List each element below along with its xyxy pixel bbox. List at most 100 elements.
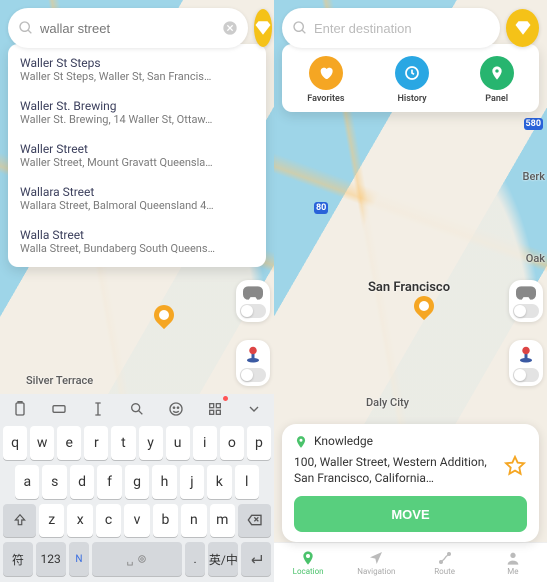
- key-q[interactable]: q: [3, 426, 27, 460]
- search-icon: [18, 20, 34, 36]
- panel-button[interactable]: Panel: [480, 56, 514, 104]
- panel-label: Panel: [480, 94, 514, 104]
- map-label-oak: Oak: [526, 252, 545, 265]
- search-bar[interactable]: [282, 8, 500, 48]
- suggestion-item[interactable]: Waller Street Waller Street, Mount Grava…: [8, 134, 266, 177]
- key-s[interactable]: s: [42, 465, 66, 499]
- suggestion-item[interactable]: Waller St. Brewing Waller St. Brewing, 1…: [8, 91, 266, 134]
- map-label-berk: Berk: [523, 170, 545, 183]
- user-icon: [505, 550, 521, 566]
- key-dot[interactable]: .: [185, 542, 206, 576]
- suggestion-title: Wallara Street: [20, 185, 254, 199]
- key-v[interactable]: v: [124, 504, 149, 538]
- move-button[interactable]: MOVE: [294, 496, 527, 532]
- key-d[interactable]: d: [70, 465, 94, 499]
- key-o[interactable]: o: [220, 426, 244, 460]
- diamond-button[interactable]: [506, 9, 539, 47]
- gamepad-icon: [516, 286, 536, 300]
- suggestion-sub: Waller St Steps, Waller St, San Francis…: [20, 70, 254, 83]
- suggestion-item[interactable]: Waller St Steps Waller St Steps, Waller …: [8, 48, 266, 91]
- key-g[interactable]: g: [125, 465, 149, 499]
- key-y[interactable]: y: [139, 426, 163, 460]
- favorites-button[interactable]: Favorites: [307, 56, 344, 104]
- key-w[interactable]: w: [30, 426, 54, 460]
- controller-toggle[interactable]: [509, 280, 543, 322]
- joystick-icon: [244, 346, 262, 364]
- toggle-switch[interactable]: [240, 368, 266, 382]
- grid-icon[interactable]: [203, 397, 227, 421]
- joystick-toggle[interactable]: [236, 340, 270, 386]
- nav-me[interactable]: Me: [479, 543, 547, 582]
- highway-sign-80: 80: [314, 202, 328, 214]
- search-input[interactable]: [40, 21, 216, 36]
- search-bar[interactable]: [8, 8, 248, 48]
- nav-location[interactable]: Location: [274, 543, 342, 582]
- cursor-icon[interactable]: [86, 397, 110, 421]
- nav-me-label: Me: [507, 567, 518, 576]
- key-shift[interactable]: [3, 504, 36, 538]
- key-j[interactable]: j: [180, 465, 204, 499]
- location-icon: [300, 550, 316, 566]
- favorite-star-button[interactable]: [503, 454, 527, 478]
- suggestion-title: Waller Street: [20, 142, 254, 156]
- toggle-switch[interactable]: [240, 304, 266, 318]
- key-backspace[interactable]: [238, 504, 271, 538]
- joystick-icon: [517, 346, 535, 364]
- keyboard-toolbar: [0, 394, 274, 424]
- key-i[interactable]: i: [193, 426, 217, 460]
- clipboard-icon[interactable]: [8, 397, 32, 421]
- nav-route[interactable]: Route: [411, 543, 479, 582]
- key-u[interactable]: u: [166, 426, 190, 460]
- toggle-switch[interactable]: [513, 304, 539, 318]
- key-k[interactable]: k: [207, 465, 231, 499]
- key-f[interactable]: f: [97, 465, 121, 499]
- key-n[interactable]: n: [181, 504, 206, 538]
- joystick-toggle[interactable]: [509, 340, 543, 386]
- key-fu[interactable]: 符: [3, 542, 33, 576]
- suggestion-title: Waller St Steps: [20, 56, 254, 70]
- key-lang[interactable]: 英/中: [208, 542, 238, 576]
- key-p[interactable]: p: [247, 426, 271, 460]
- suggestion-sub: Walla Street, Bundaberg South Queens…: [20, 242, 254, 255]
- favorites-label: Favorites: [307, 94, 344, 104]
- key-c[interactable]: c: [96, 504, 121, 538]
- textfield-icon[interactable]: [47, 397, 71, 421]
- key-x[interactable]: x: [67, 504, 92, 538]
- key-b[interactable]: b: [153, 504, 178, 538]
- key-e[interactable]: e: [57, 426, 81, 460]
- search-tool-icon[interactable]: [125, 397, 149, 421]
- diamond-button[interactable]: [254, 9, 272, 47]
- suggestion-title: Waller St. Brewing: [20, 99, 254, 113]
- key-r[interactable]: r: [84, 426, 108, 460]
- card-title: Knowledge: [314, 434, 527, 448]
- history-button[interactable]: History: [395, 56, 429, 104]
- chevron-down-icon[interactable]: [242, 397, 266, 421]
- key-enter[interactable]: [241, 542, 271, 576]
- suggestion-item[interactable]: Wallara Street Wallara Street, Balmoral …: [8, 177, 266, 220]
- controller-toggle[interactable]: [236, 280, 270, 322]
- key-a[interactable]: a: [15, 465, 39, 499]
- key-h[interactable]: h: [152, 465, 176, 499]
- search-wrap: [8, 8, 266, 48]
- suggestion-item[interactable]: Walla Street Walla Street, Bundaberg Sou…: [8, 220, 266, 263]
- emoji-icon[interactable]: [164, 397, 188, 421]
- nav-location-label: Location: [293, 567, 324, 576]
- key-z[interactable]: z: [39, 504, 64, 538]
- key-l[interactable]: l: [235, 465, 259, 499]
- clear-icon[interactable]: [222, 20, 238, 36]
- nav-navigation[interactable]: Navigation: [342, 543, 410, 582]
- key-space[interactable]: ␣: [92, 542, 181, 576]
- key-123[interactable]: 123: [36, 542, 66, 576]
- key-t[interactable]: t: [111, 426, 135, 460]
- card-address: 100, Waller Street, Western Addition, Sa…: [294, 454, 495, 486]
- search-input[interactable]: [314, 21, 490, 36]
- quick-actions-panel: Favorites History Panel: [282, 44, 539, 112]
- bottom-nav: Location Navigation Route Me: [274, 542, 547, 582]
- right-pane: Valley San Francisco Daly City Berk Oak …: [274, 0, 547, 582]
- map-label-dalycity: Daly City: [366, 396, 409, 409]
- key-m[interactable]: m: [210, 504, 235, 538]
- suggestion-title: Walla Street: [20, 228, 254, 242]
- toggle-switch[interactable]: [513, 368, 539, 382]
- search-icon: [292, 20, 308, 36]
- key-n-small[interactable]: N: [69, 542, 90, 576]
